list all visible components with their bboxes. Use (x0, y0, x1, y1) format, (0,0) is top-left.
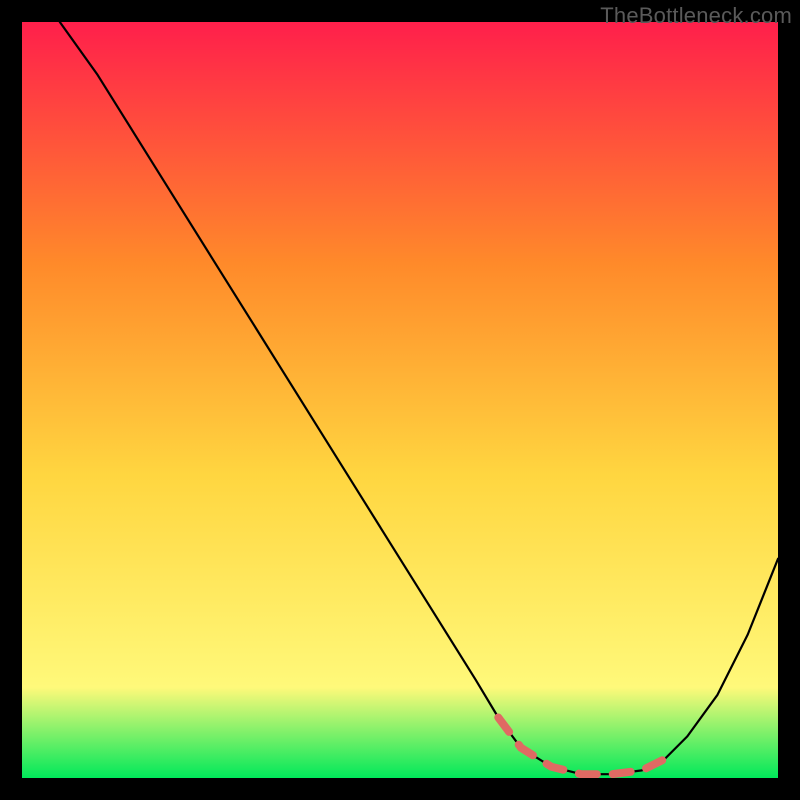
watermark-text: TheBottleneck.com (600, 3, 792, 29)
chart-frame: TheBottleneck.com (0, 0, 800, 800)
bottleneck-chart (22, 22, 778, 778)
